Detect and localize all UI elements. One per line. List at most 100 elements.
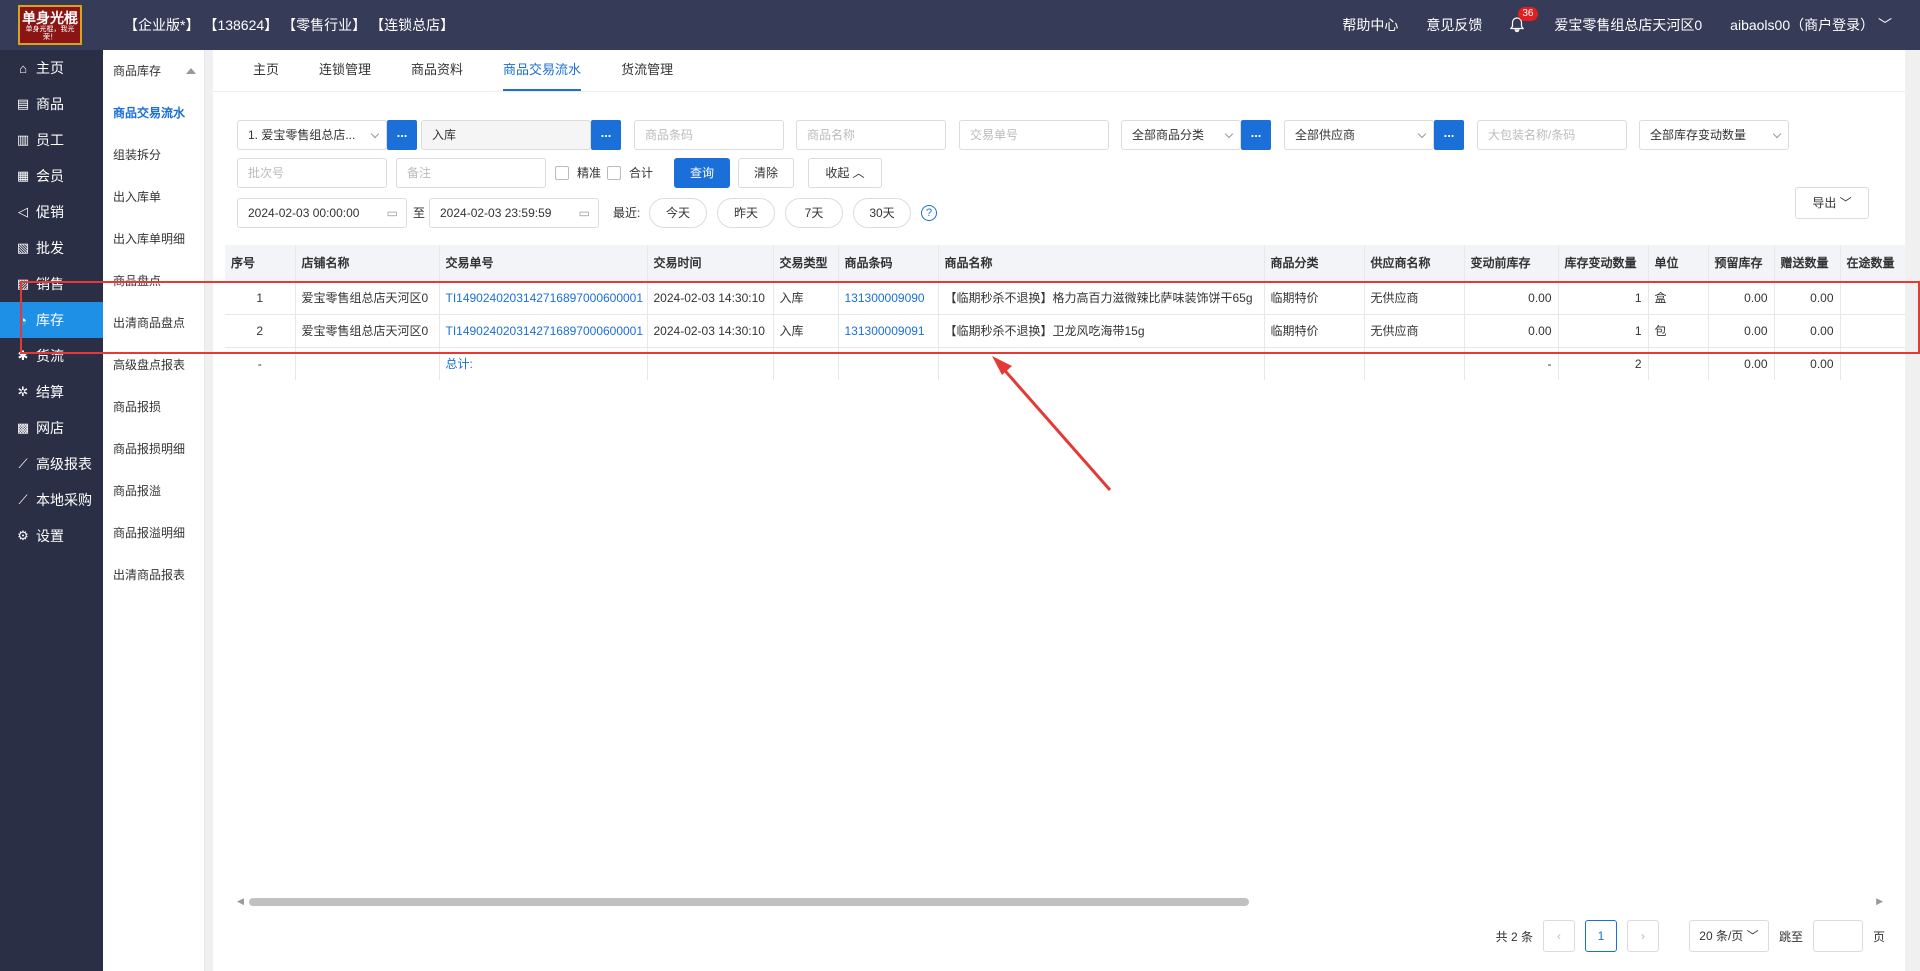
column-header[interactable]: 商品分类 (1264, 245, 1365, 282)
prev-page-button[interactable]: ‹ (1542, 920, 1575, 952)
date-to-input[interactable]: 2024-02-03 23:59:59 ▭ (429, 198, 599, 228)
tab-3[interactable]: 商品交易流水 (483, 49, 601, 91)
exact-checkbox[interactable] (555, 166, 569, 180)
tab-1[interactable]: 连锁管理 (299, 49, 391, 91)
sidebar-item-2[interactable]: ▥ 员工 (0, 122, 103, 158)
export-button[interactable]: 导出 ﹀ (1795, 187, 1869, 219)
sidebar-item-10[interactable]: ▩ 网店 (0, 410, 103, 446)
collapse-button[interactable]: 收起 ︿ (808, 158, 882, 188)
column-header[interactable]: 商品条码 (838, 245, 939, 282)
collapse-up-icon[interactable] (186, 68, 196, 74)
batch-no-input[interactable]: 批次号 (237, 158, 387, 188)
subnav-item-4[interactable]: 出入库单明细 (103, 218, 204, 260)
sidebar-item-12[interactable]: ⟋ 本地采购 (0, 482, 103, 518)
column-header[interactable]: 库存变动数量 (1558, 245, 1649, 282)
page-unit-label: 页 (1872, 929, 1885, 944)
subnav-item-2[interactable]: 组装拆分 (103, 134, 204, 176)
stock-change-select[interactable]: 全部库存变动数量 (1639, 120, 1789, 150)
query-button[interactable]: 查询 (674, 158, 730, 188)
bulk-package-input[interactable]: 大包装名称/条码 (1477, 120, 1627, 150)
next-page-button[interactable]: › (1626, 920, 1659, 952)
help-center-link[interactable]: 帮助中心 (1342, 15, 1398, 35)
product-name-input[interactable]: 商品名称 (796, 120, 946, 150)
column-header[interactable]: 店铺名称 (295, 245, 440, 282)
today-button[interactable]: 今天 (649, 198, 707, 228)
table-row[interactable]: 1 爱宝零售组总店天河区0 TI14902402031427168970006000… (225, 281, 1905, 315)
sidebar-item-0[interactable]: ⌂ 主页 (0, 50, 103, 86)
last-7-days-button[interactable]: 7天 (785, 198, 843, 228)
column-header[interactable]: 供应商名称 (1364, 245, 1465, 282)
table-cell[interactable]: TI149024020314271689700060000​1 (439, 314, 648, 348)
table-row[interactable]: 2 爱宝零售组总店天河区0 TI14902402031427168970006000… (225, 314, 1905, 348)
sidebar-item-9[interactable]: ✲ 结算 (0, 374, 103, 410)
subnav-item-6[interactable]: 出清商品盘点 (103, 302, 204, 344)
feedback-link[interactable]: 意见反馈 (1426, 15, 1482, 35)
tab-2[interactable]: 商品资料 (391, 49, 483, 91)
table-cell[interactable]: TI149024020314271689700060000​1 (439, 281, 648, 315)
sidebar-item-6[interactable]: ▨ 销售 (0, 266, 103, 302)
sidebar-item-4[interactable]: ◁ 促销 (0, 194, 103, 230)
sidebar-item-3[interactable]: ▦ 会员 (0, 158, 103, 194)
supplier-picker-button[interactable]: ... (1434, 120, 1464, 150)
subnav-item-11[interactable]: 商品报溢明细 (103, 512, 204, 554)
help-circle-icon[interactable]: ? (921, 205, 937, 221)
subnav-item-10[interactable]: 商品报溢 (103, 470, 204, 512)
goto-page-input[interactable] (1812, 920, 1863, 952)
column-header[interactable]: 预留库存 (1708, 245, 1775, 282)
sidebar-item-13[interactable]: ⚙ 设置 (0, 518, 103, 554)
remark-input[interactable]: 备注 (396, 158, 546, 188)
notification-bell-icon[interactable]: 36 (1510, 7, 1538, 33)
tab-0[interactable]: 主页 (233, 49, 299, 91)
logo[interactable]: 单身光棍 单身光棍，我光荣！ (0, 0, 100, 50)
column-header[interactable]: 交易单号 (439, 245, 648, 282)
trade-no-input[interactable]: 交易单号 (959, 120, 1109, 150)
column-header[interactable]: 交易类型 (773, 245, 839, 282)
barcode-input[interactable]: 商品条码 (634, 120, 784, 150)
subnav-item-12[interactable]: 出清商品报表 (103, 554, 204, 596)
subnav-item-1[interactable]: 商品交易流水 (103, 92, 204, 134)
table-cell[interactable]: 总计: (439, 347, 648, 380)
column-header[interactable]: 序号 (225, 245, 296, 282)
column-header[interactable]: 商品名称 (938, 245, 1265, 282)
page-size-select[interactable]: 20 条/页 ﹀ (1688, 920, 1769, 952)
trade-type-picker-button[interactable]: ... (591, 120, 621, 150)
column-header[interactable]: 变动前库存 (1464, 245, 1559, 282)
current-store-label[interactable]: 爱宝零售组总店天河区0 (1554, 15, 1702, 35)
sidebar-item-1[interactable]: ▤ 商品 (0, 86, 103, 122)
subnav-item-9[interactable]: 商品报损明细 (103, 428, 204, 470)
category-picker-button[interactable]: ... (1241, 120, 1271, 150)
sidebar-item-11[interactable]: ⟋ 高级报表 (0, 446, 103, 482)
table-cell[interactable]: 131300009091 (838, 314, 939, 348)
trade-type-field[interactable]: 入库 (421, 120, 591, 150)
column-header[interactable]: 赠送数量 (1774, 245, 1841, 282)
sidebar-item-7[interactable]: ◔ 库存 (0, 302, 103, 338)
last-30-days-button[interactable]: 30天 (853, 198, 911, 228)
current-page-button[interactable]: 1 (1584, 920, 1617, 952)
horizontal-scrollbar[interactable]: ◀ ▶ (235, 896, 1885, 906)
total-checkbox[interactable] (607, 166, 621, 180)
column-header[interactable]: 单位 (1648, 245, 1709, 282)
subnav-item-7[interactable]: 高级盘点报表 (103, 344, 204, 386)
subnav-item-5[interactable]: 商品盘点 (103, 260, 204, 302)
calendar-icon: ▭ (386, 206, 398, 220)
store-picker-button[interactable]: ... (387, 120, 417, 150)
column-header[interactable]: 交易时间 (647, 245, 774, 282)
table-total-row[interactable]: -总计:-20.000.000.00 (225, 347, 1905, 380)
scroll-left-icon[interactable]: ◀ (237, 896, 244, 907)
tab-4[interactable]: 货流管理 (601, 49, 693, 91)
scroll-right-icon[interactable]: ▶ (1876, 896, 1883, 907)
date-from-input[interactable]: 2024-02-03 00:00:00 ▭ (237, 198, 407, 228)
column-header[interactable]: 在途数量 (1840, 245, 1905, 282)
store-select[interactable]: 1. 爱宝零售组总店... (237, 120, 387, 150)
table-cell[interactable]: 131300009090 (838, 281, 939, 315)
clear-button[interactable]: 清除 (738, 158, 794, 188)
sidebar-item-8[interactable]: ✱ 货流 (0, 338, 103, 374)
category-select[interactable]: 全部商品分类 (1121, 120, 1241, 150)
subnav-item-3[interactable]: 出入库单 (103, 176, 204, 218)
scrollbar-thumb[interactable] (249, 898, 1249, 906)
sidebar-item-5[interactable]: ▧ 批发 (0, 230, 103, 266)
user-menu[interactable]: aibaols00（商户登录） ﹀ (1730, 15, 1892, 35)
supplier-select[interactable]: 全部供应商 (1284, 120, 1434, 150)
subnav-item-8[interactable]: 商品报损 (103, 386, 204, 428)
yesterday-button[interactable]: 昨天 (717, 198, 775, 228)
